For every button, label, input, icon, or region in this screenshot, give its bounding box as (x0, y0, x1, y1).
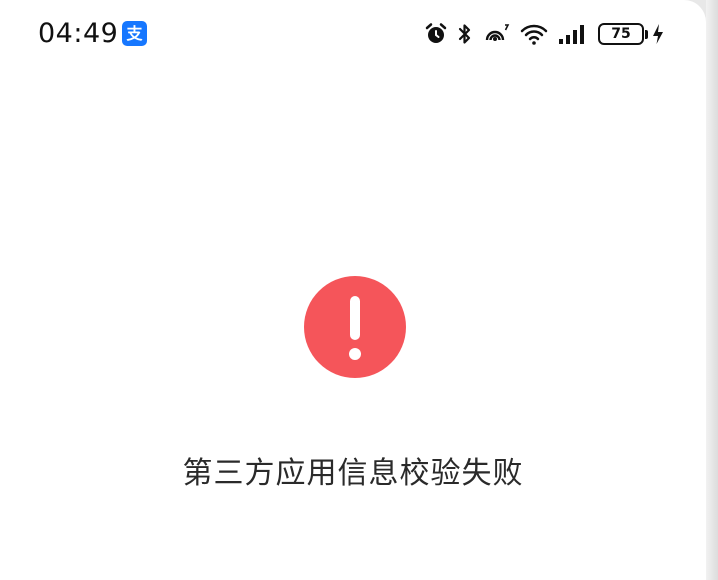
alarm-icon (424, 22, 448, 46)
battery-body: 75 (598, 23, 644, 45)
exclamation-dot (349, 348, 361, 360)
wifi-icon (520, 22, 548, 46)
alipay-notification-icon: 支 (122, 21, 147, 46)
app-screen: 04:49 支 75 第三方应用信息校验失败 (0, 0, 706, 580)
bluetooth-icon (458, 22, 472, 46)
screen-edge (706, 0, 718, 580)
signal-icon (558, 22, 588, 46)
status-bar: 04:49 支 75 (0, 0, 706, 70)
nfc-icon (482, 22, 510, 46)
status-icons: 75 (424, 20, 664, 48)
battery-cap (645, 29, 648, 39)
error-message: 第三方应用信息校验失败 (182, 456, 524, 491)
battery-level: 75 (611, 26, 631, 42)
status-time: 04:49 (38, 18, 119, 49)
battery-icon: 75 (598, 23, 648, 45)
error-icon (304, 276, 406, 378)
exclamation-icon (350, 296, 360, 340)
charging-icon (652, 23, 664, 45)
